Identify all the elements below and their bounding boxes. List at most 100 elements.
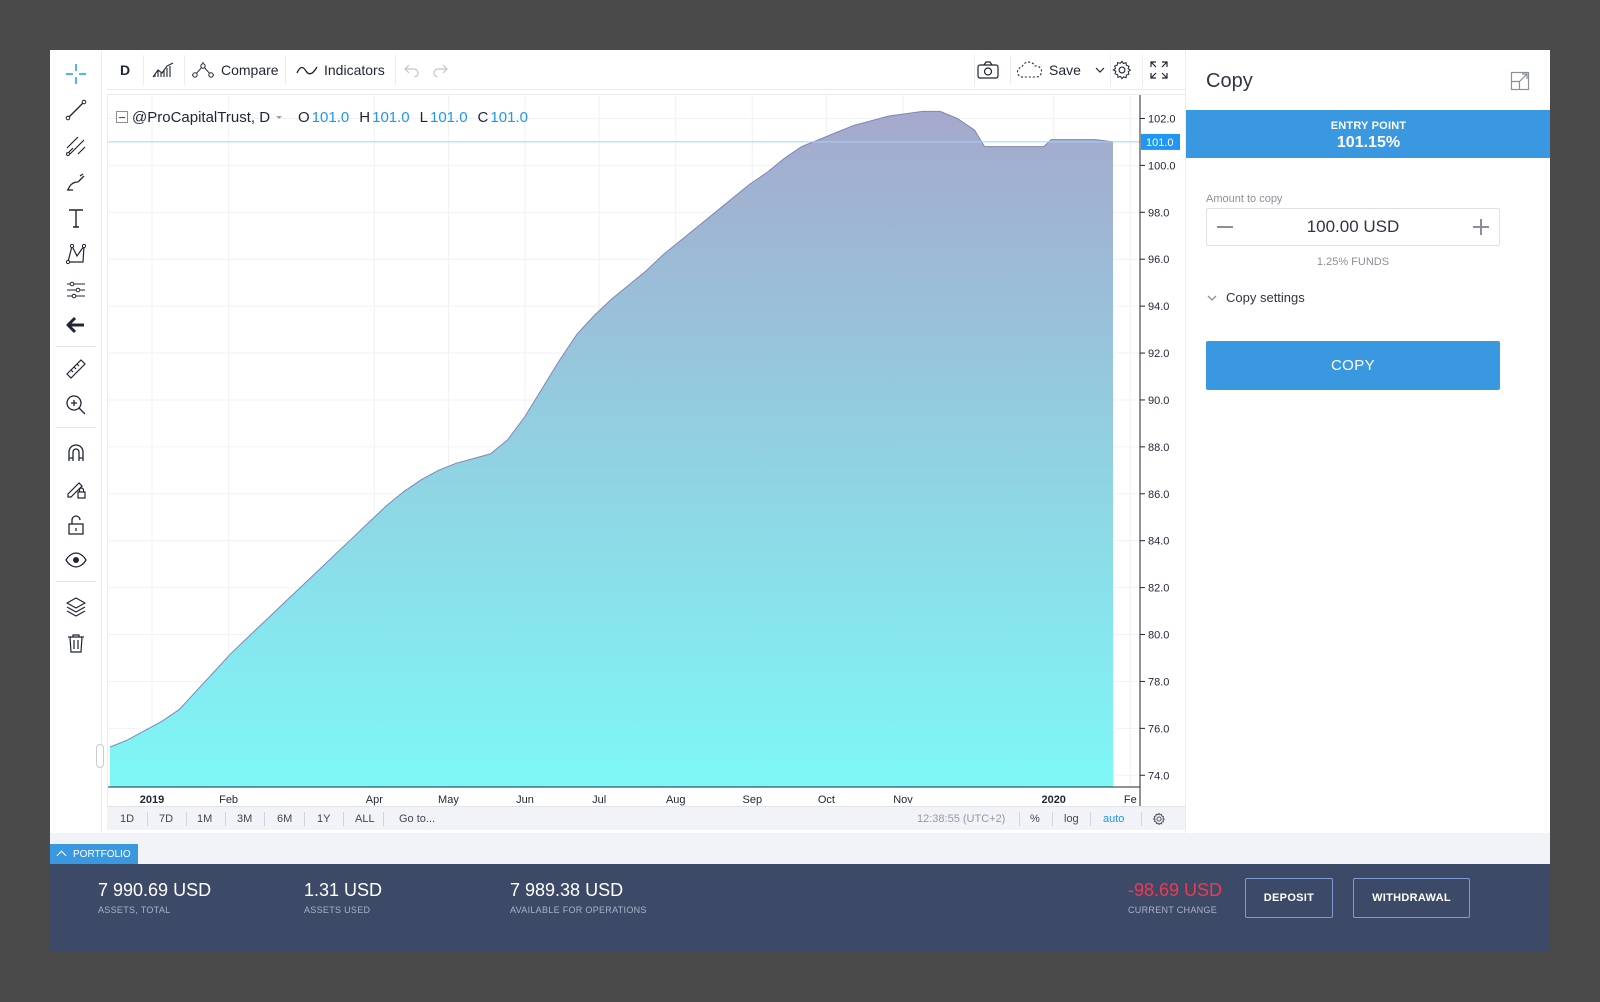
assets-total-value: 7 990.69 USD bbox=[98, 880, 212, 900]
fib-tools-icon[interactable] bbox=[60, 131, 92, 161]
scale-settings-icon[interactable] bbox=[1152, 807, 1166, 831]
lock-drawing-icon[interactable] bbox=[60, 474, 92, 504]
y-tick-label: 94.0 bbox=[1148, 301, 1169, 313]
amount-value[interactable]: 100.00 USD bbox=[1307, 217, 1400, 237]
indicators-icon bbox=[296, 66, 318, 75]
trash-icon[interactable] bbox=[60, 628, 92, 658]
crosshair-icon[interactable] bbox=[60, 59, 92, 89]
redo-icon[interactable] bbox=[432, 50, 454, 90]
amount-label: Amount to copy bbox=[1206, 193, 1283, 205]
screenshot-icon[interactable] bbox=[976, 50, 1006, 90]
goto-date-button[interactable]: Go to... bbox=[399, 807, 435, 831]
x-tick-label: Apr bbox=[366, 794, 383, 806]
arrow-back-icon[interactable] bbox=[60, 310, 92, 340]
minus-icon[interactable] bbox=[1217, 226, 1233, 228]
y-tick-label: 92.0 bbox=[1148, 348, 1169, 360]
range-1d[interactable]: 1D bbox=[120, 807, 134, 831]
low-key: L bbox=[419, 108, 428, 126]
undo-icon[interactable] bbox=[404, 50, 426, 90]
plus-icon[interactable] bbox=[1473, 219, 1489, 235]
copy-settings-toggle[interactable]: Copy settings bbox=[1206, 290, 1305, 305]
fullscreen-icon[interactable] bbox=[1149, 50, 1175, 90]
save-button[interactable]: Save bbox=[1017, 50, 1111, 90]
pattern-icon[interactable] bbox=[60, 239, 92, 269]
toolbar-divider bbox=[143, 55, 144, 85]
trend-line-icon[interactable] bbox=[60, 95, 92, 125]
symbol-dropdown-icon[interactable] bbox=[274, 113, 284, 121]
high-value: 101.0 bbox=[372, 108, 410, 126]
chart-area[interactable]: 102.0 100.0 98.0 96.0 94.0 92.0 90.0 88.0 86.0 84… bbox=[107, 94, 1262, 830]
percent-scale-toggle[interactable]: % bbox=[1030, 807, 1040, 831]
assets-total: 7 990.69 USD ASSETS, TOTAL bbox=[98, 880, 211, 915]
toolbar-divider bbox=[1090, 812, 1091, 826]
copy-button[interactable]: COPY bbox=[1206, 341, 1500, 390]
toolbar-divider bbox=[383, 812, 384, 826]
x-tick-label: May bbox=[438, 794, 459, 806]
y-tick-label: 78.0 bbox=[1148, 676, 1169, 688]
layers-icon[interactable] bbox=[60, 592, 92, 622]
compare-button[interactable]: Compare bbox=[191, 50, 279, 90]
ruler-icon[interactable] bbox=[60, 354, 92, 384]
range-1y[interactable]: 1Y bbox=[317, 807, 330, 831]
auto-scale-toggle[interactable]: auto bbox=[1103, 807, 1124, 831]
magnet-icon[interactable] bbox=[60, 438, 92, 468]
text-icon[interactable] bbox=[60, 203, 92, 233]
deposit-button[interactable]: DEPOSIT bbox=[1245, 878, 1333, 918]
copy-panel: Copy ENTRY POINT 101.15% Amount to copy … bbox=[1185, 50, 1550, 833]
available-label: AVAILABLE FOR OPERATIONS bbox=[510, 905, 647, 915]
withdrawal-button[interactable]: WITHDRAWAL bbox=[1353, 878, 1470, 918]
price-chart[interactable]: 102.0 100.0 98.0 96.0 94.0 92.0 90.0 88.0 86.0 84… bbox=[108, 95, 1263, 831]
clock-readout[interactable]: 12:38:55 (UTC+2) bbox=[917, 807, 1005, 831]
toolbar-divider bbox=[1010, 55, 1011, 85]
y-tick-label: 80.0 bbox=[1148, 630, 1169, 642]
toolbar-divider bbox=[285, 55, 286, 85]
y-tick-label: 86.0 bbox=[1148, 489, 1169, 501]
y-tick-label: 84.0 bbox=[1148, 536, 1169, 548]
x-tick-label: Aug bbox=[666, 794, 686, 806]
range-3m[interactable]: 3M bbox=[237, 807, 252, 831]
indicators-button[interactable]: Indicators bbox=[296, 50, 385, 90]
range-7d[interactable]: 7D bbox=[159, 807, 173, 831]
symbol-title[interactable]: @ProCapitalTrust, D bbox=[132, 109, 270, 126]
y-tick-label: 100.0 bbox=[1148, 160, 1176, 172]
portfolio-footer: 7 990.69 USD ASSETS, TOTAL 1.31 USD ASSE… bbox=[50, 864, 1550, 952]
chevron-up-icon bbox=[56, 850, 67, 861]
brush-icon[interactable] bbox=[60, 167, 92, 197]
portfolio-tab[interactable]: PORTFOLIO bbox=[50, 844, 138, 864]
range-6m[interactable]: 6M bbox=[277, 807, 292, 831]
toolbar-divider bbox=[225, 812, 226, 826]
y-tick-label: 98.0 bbox=[1148, 207, 1169, 219]
amount-stepper[interactable]: 100.00 USD bbox=[1206, 208, 1500, 246]
x-tick-label: 2020 bbox=[1041, 794, 1065, 806]
prediction-icon[interactable] bbox=[60, 275, 92, 305]
toolbar-divider bbox=[974, 55, 975, 85]
y-tick-label: 102.0 bbox=[1148, 113, 1176, 125]
expand-panel-icon[interactable] bbox=[1510, 71, 1530, 91]
toolbar-divider bbox=[186, 812, 187, 826]
assets-used: 1.31 USD ASSETS USED bbox=[304, 880, 382, 915]
collapse-toolbar-handle[interactable] bbox=[96, 744, 104, 768]
log-scale-toggle[interactable]: log bbox=[1064, 807, 1079, 831]
save-label: Save bbox=[1049, 62, 1081, 78]
current-change-label: CURRENT CHANGE bbox=[1128, 905, 1218, 915]
close-value: 101.0 bbox=[490, 108, 528, 126]
indicators-label: Indicators bbox=[324, 62, 385, 78]
x-tick-label: Feb bbox=[219, 794, 238, 806]
copy-settings-label: Copy settings bbox=[1226, 290, 1305, 305]
available-funds: 7 989.38 USD AVAILABLE FOR OPERATIONS bbox=[510, 880, 647, 915]
current-change: -98.69 USD CURRENT CHANGE bbox=[1128, 880, 1222, 915]
funds-percentage: 1.25% FUNDS bbox=[1316, 256, 1390, 268]
low-value: 101.0 bbox=[430, 108, 468, 126]
chart-type-icon[interactable] bbox=[152, 50, 180, 90]
range-1m[interactable]: 1M bbox=[197, 807, 212, 831]
app-screen: D Compare Indicators Save 102.0 100.0 98… bbox=[50, 50, 1550, 952]
zoom-in-icon[interactable] bbox=[60, 390, 92, 420]
unlock-icon[interactable] bbox=[60, 510, 92, 540]
settings-icon[interactable] bbox=[1111, 50, 1139, 90]
available-value: 7 989.38 USD bbox=[510, 880, 624, 900]
collapse-legend-icon[interactable] bbox=[116, 111, 128, 123]
interval-selector[interactable]: D bbox=[120, 50, 130, 90]
eye-icon[interactable] bbox=[60, 545, 92, 575]
chart-top-toolbar: D Compare Indicators Save bbox=[107, 50, 1262, 90]
range-all[interactable]: ALL bbox=[355, 807, 375, 831]
